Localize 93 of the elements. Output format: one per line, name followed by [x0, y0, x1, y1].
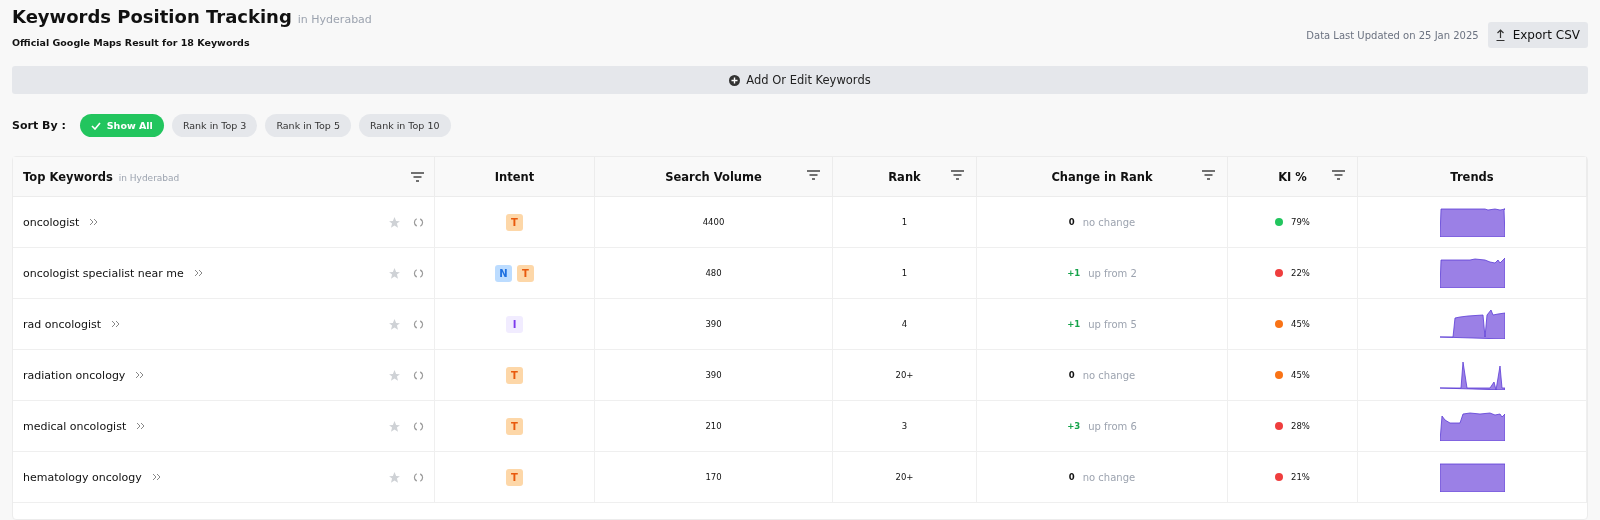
add-keywords-button[interactable]: Add Or Edit Keywords — [12, 66, 1588, 94]
keyword-text: radiation oncology — [23, 368, 126, 382]
ki-value: 22% — [1291, 268, 1310, 278]
subtitle: Official Google Maps Result for 18 Keywords — [12, 37, 251, 48]
double-chevron-icon[interactable] — [89, 218, 99, 226]
upload-icon — [1495, 29, 1505, 41]
double-chevron-icon[interactable] — [193, 269, 203, 277]
sort-option[interactable]: Rank in Top 3 — [171, 114, 258, 137]
rank-change-note: no change — [1082, 471, 1136, 483]
rank-delta: 0 — [1068, 217, 1075, 227]
page-title: Keywords Position Tracking — [12, 6, 292, 27]
keyword-text: rad oncologist — [23, 317, 102, 331]
rank-change-note: no change — [1082, 216, 1136, 228]
refresh-icon[interactable] — [413, 471, 424, 483]
rank-change-note: up from 5 — [1088, 318, 1137, 330]
volume-text: 4400 — [702, 217, 725, 227]
intent-tag: N — [495, 264, 512, 282]
refresh-icon[interactable] — [413, 267, 424, 279]
rank-delta: +1 — [1067, 268, 1081, 278]
trend-sparkline — [1439, 462, 1505, 492]
sort-option[interactable]: Rank in Top 5 — [265, 114, 351, 137]
refresh-icon[interactable] — [413, 369, 424, 381]
star-icon[interactable] — [388, 368, 401, 382]
rank-delta: +3 — [1067, 421, 1081, 431]
trend-sparkline — [1439, 258, 1505, 288]
double-chevron-icon[interactable] — [135, 371, 145, 379]
sort-option[interactable]: Rank in Top 10 — [358, 114, 451, 137]
intent-tag: T — [506, 417, 523, 435]
volume-text: 210 — [705, 421, 722, 431]
star-icon[interactable] — [388, 317, 401, 331]
keyword-text: medical oncologist — [23, 419, 127, 433]
rank-change-note: no change — [1082, 369, 1136, 381]
trend-sparkline — [1439, 309, 1505, 339]
rank-text: 4 — [901, 319, 908, 329]
rank-text: 1 — [901, 217, 908, 227]
keyword-text: oncologist — [23, 215, 80, 229]
rank-delta: 0 — [1068, 472, 1075, 482]
volume-text: 390 — [705, 370, 722, 380]
intent-tag: T — [517, 264, 534, 282]
sort-label: Sort By : — [12, 119, 66, 132]
rank-text: 20+ — [895, 370, 914, 380]
column-title: Rank — [888, 169, 921, 184]
star-icon[interactable] — [388, 470, 401, 484]
last-updated-text: Data Last Updated on 25 Jan 2025 — [1306, 29, 1479, 41]
filter-icon[interactable] — [951, 170, 964, 180]
volume-text: 170 — [705, 472, 722, 482]
ki-value: 45% — [1291, 370, 1310, 380]
star-icon[interactable] — [388, 419, 401, 433]
ki-value: 45% — [1291, 319, 1310, 329]
double-chevron-icon[interactable] — [111, 320, 121, 328]
intent-tag: I — [506, 315, 523, 333]
refresh-icon[interactable] — [413, 420, 424, 432]
location-label: in Hyderabad — [118, 172, 180, 183]
rank-text: 3 — [901, 421, 908, 431]
keyword-text: hematology oncology — [23, 470, 142, 484]
column-title: Trends — [1450, 169, 1494, 184]
keyword-text: oncologist specialist near me — [23, 266, 184, 280]
export-csv-button[interactable]: Export CSV — [1487, 22, 1588, 48]
star-icon[interactable] — [388, 215, 401, 229]
rank-text: 1 — [901, 268, 908, 278]
volume-text: 390 — [705, 319, 722, 329]
filter-icon[interactable] — [411, 171, 424, 182]
column-title: Intent — [494, 169, 535, 184]
column-title: KI % — [1278, 169, 1307, 184]
column-title: Search Volume — [665, 169, 762, 184]
refresh-icon[interactable] — [413, 216, 424, 228]
volume-text: 480 — [705, 268, 722, 278]
ki-value: 21% — [1291, 472, 1310, 482]
location-label: in Hyderabad — [297, 13, 372, 26]
intent-tag: T — [506, 213, 523, 231]
refresh-icon[interactable] — [413, 318, 424, 330]
filter-icon[interactable] — [1202, 170, 1215, 180]
trend-sparkline — [1439, 360, 1505, 390]
ki-value: 28% — [1291, 421, 1310, 431]
double-chevron-icon[interactable] — [151, 473, 161, 481]
ki-value: 79% — [1291, 217, 1310, 227]
intent-tag: T — [506, 366, 523, 384]
filter-icon[interactable] — [1332, 170, 1345, 180]
trend-sparkline — [1439, 411, 1505, 441]
plus-circle-icon — [729, 74, 741, 86]
intent-tag: T — [506, 468, 523, 486]
rank-change-note: up from 2 — [1088, 267, 1137, 279]
rank-change-note: up from 6 — [1088, 420, 1137, 432]
double-chevron-icon[interactable] — [136, 422, 146, 430]
rank-delta: +1 — [1067, 319, 1081, 329]
column-title: Top Keywords — [23, 169, 113, 184]
rank-delta: 0 — [1068, 370, 1075, 380]
check-icon — [90, 121, 101, 130]
filter-icon[interactable] — [807, 170, 820, 180]
column-title: Change in Rank — [1051, 169, 1153, 184]
star-icon[interactable] — [388, 266, 401, 280]
rank-text: 20+ — [895, 472, 914, 482]
trend-sparkline — [1439, 207, 1505, 237]
